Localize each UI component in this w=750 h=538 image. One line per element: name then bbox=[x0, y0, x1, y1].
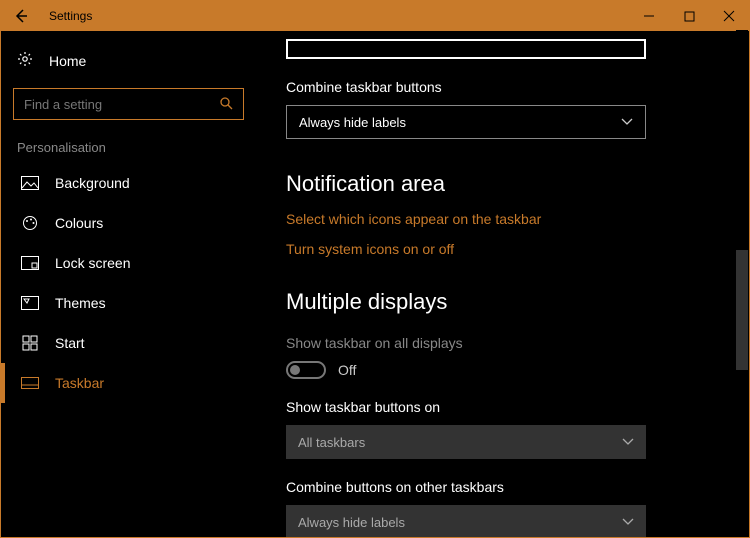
select-value: All taskbars bbox=[298, 435, 365, 450]
sidebar-item-label: Themes bbox=[55, 295, 106, 311]
gear-icon bbox=[17, 51, 33, 70]
search-icon bbox=[219, 96, 233, 113]
chevron-down-icon bbox=[621, 115, 633, 129]
show-all-toggle[interactable] bbox=[286, 361, 326, 379]
combine-other-label: Combine buttons on other taskbars bbox=[286, 479, 719, 495]
field-outline bbox=[286, 39, 646, 59]
arrow-left-icon bbox=[13, 8, 29, 24]
palette-icon bbox=[21, 215, 39, 231]
home-label: Home bbox=[49, 53, 86, 69]
show-buttons-select[interactable]: All taskbars bbox=[286, 425, 646, 459]
toggle-knob bbox=[290, 365, 300, 375]
sidebar-item-start[interactable]: Start bbox=[1, 323, 256, 363]
sidebar-item-taskbar[interactable]: Taskbar bbox=[1, 363, 256, 403]
close-button[interactable] bbox=[709, 1, 749, 31]
combine-other-select[interactable]: Always hide labels bbox=[286, 505, 646, 537]
lockscreen-icon bbox=[21, 256, 39, 270]
themes-icon bbox=[21, 296, 39, 310]
minimize-icon bbox=[643, 10, 655, 22]
taskbar-icon bbox=[21, 377, 39, 389]
scrollbar[interactable] bbox=[736, 30, 748, 536]
close-icon bbox=[723, 10, 735, 22]
search-input-container[interactable] bbox=[13, 88, 244, 120]
show-all-label: Show taskbar on all displays bbox=[286, 335, 719, 351]
sidebar-item-themes[interactable]: Themes bbox=[1, 283, 256, 323]
search-input[interactable] bbox=[24, 97, 219, 112]
multiple-displays-heading: Multiple displays bbox=[286, 289, 719, 315]
sidebar-item-label: Start bbox=[55, 335, 85, 351]
sidebar-item-background[interactable]: Background bbox=[1, 163, 256, 203]
scrollbar-thumb[interactable] bbox=[736, 250, 748, 370]
start-icon bbox=[21, 335, 39, 351]
sidebar: Home Personalisation Background Colours … bbox=[1, 31, 256, 537]
home-button[interactable]: Home bbox=[1, 41, 256, 80]
show-buttons-label: Show taskbar buttons on bbox=[286, 399, 719, 415]
maximize-button[interactable] bbox=[669, 1, 709, 31]
picture-icon bbox=[21, 176, 39, 190]
window-title: Settings bbox=[49, 9, 92, 23]
titlebar: Settings bbox=[1, 1, 749, 31]
sidebar-item-lockscreen[interactable]: Lock screen bbox=[1, 243, 256, 283]
minimize-button[interactable] bbox=[629, 1, 669, 31]
sidebar-item-label: Lock screen bbox=[55, 255, 130, 271]
sidebar-item-label: Background bbox=[55, 175, 130, 191]
notification-heading: Notification area bbox=[286, 171, 719, 197]
toggle-state: Off bbox=[338, 362, 356, 378]
sidebar-item-colours[interactable]: Colours bbox=[1, 203, 256, 243]
sidebar-item-label: Colours bbox=[55, 215, 103, 231]
select-value: Always hide labels bbox=[299, 115, 406, 130]
back-button[interactable] bbox=[1, 1, 41, 31]
combine-label: Combine taskbar buttons bbox=[286, 79, 719, 95]
chevron-down-icon bbox=[622, 435, 634, 449]
content-area: Combine taskbar buttons Always hide labe… bbox=[256, 31, 749, 537]
maximize-icon bbox=[684, 11, 695, 22]
chevron-down-icon bbox=[622, 515, 634, 529]
sidebar-item-label: Taskbar bbox=[55, 375, 104, 391]
link-system-icons[interactable]: Turn system icons on or off bbox=[286, 241, 719, 257]
link-select-icons[interactable]: Select which icons appear on the taskbar bbox=[286, 211, 719, 227]
section-label: Personalisation bbox=[1, 136, 256, 163]
select-value: Always hide labels bbox=[298, 515, 405, 530]
combine-select[interactable]: Always hide labels bbox=[286, 105, 646, 139]
